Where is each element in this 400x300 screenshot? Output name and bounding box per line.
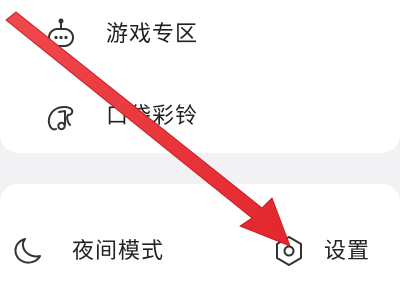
menu-item-pocket-ringtone[interactable]: 口袋彩铃 (0, 88, 400, 148)
hexagon-gear-icon (272, 234, 306, 268)
night-mode-button[interactable]: 夜间模式 (6, 224, 196, 280)
music-note-icon (44, 101, 78, 135)
menu-item-label: 游戏专区 (106, 22, 199, 47)
menu-item-label: 口袋彩铃 (106, 104, 199, 129)
moon-icon (10, 234, 44, 268)
menu-item-game-zone[interactable]: 游戏专区 (0, 6, 400, 66)
gamepad-icon (44, 18, 78, 52)
settings-button[interactable]: 设置 (268, 224, 400, 280)
screen: 游戏专区 口袋彩铃 夜间模式 设置 (0, 0, 400, 300)
settings-label: 设置 (324, 239, 371, 264)
night-mode-label: 夜间模式 (72, 239, 165, 264)
